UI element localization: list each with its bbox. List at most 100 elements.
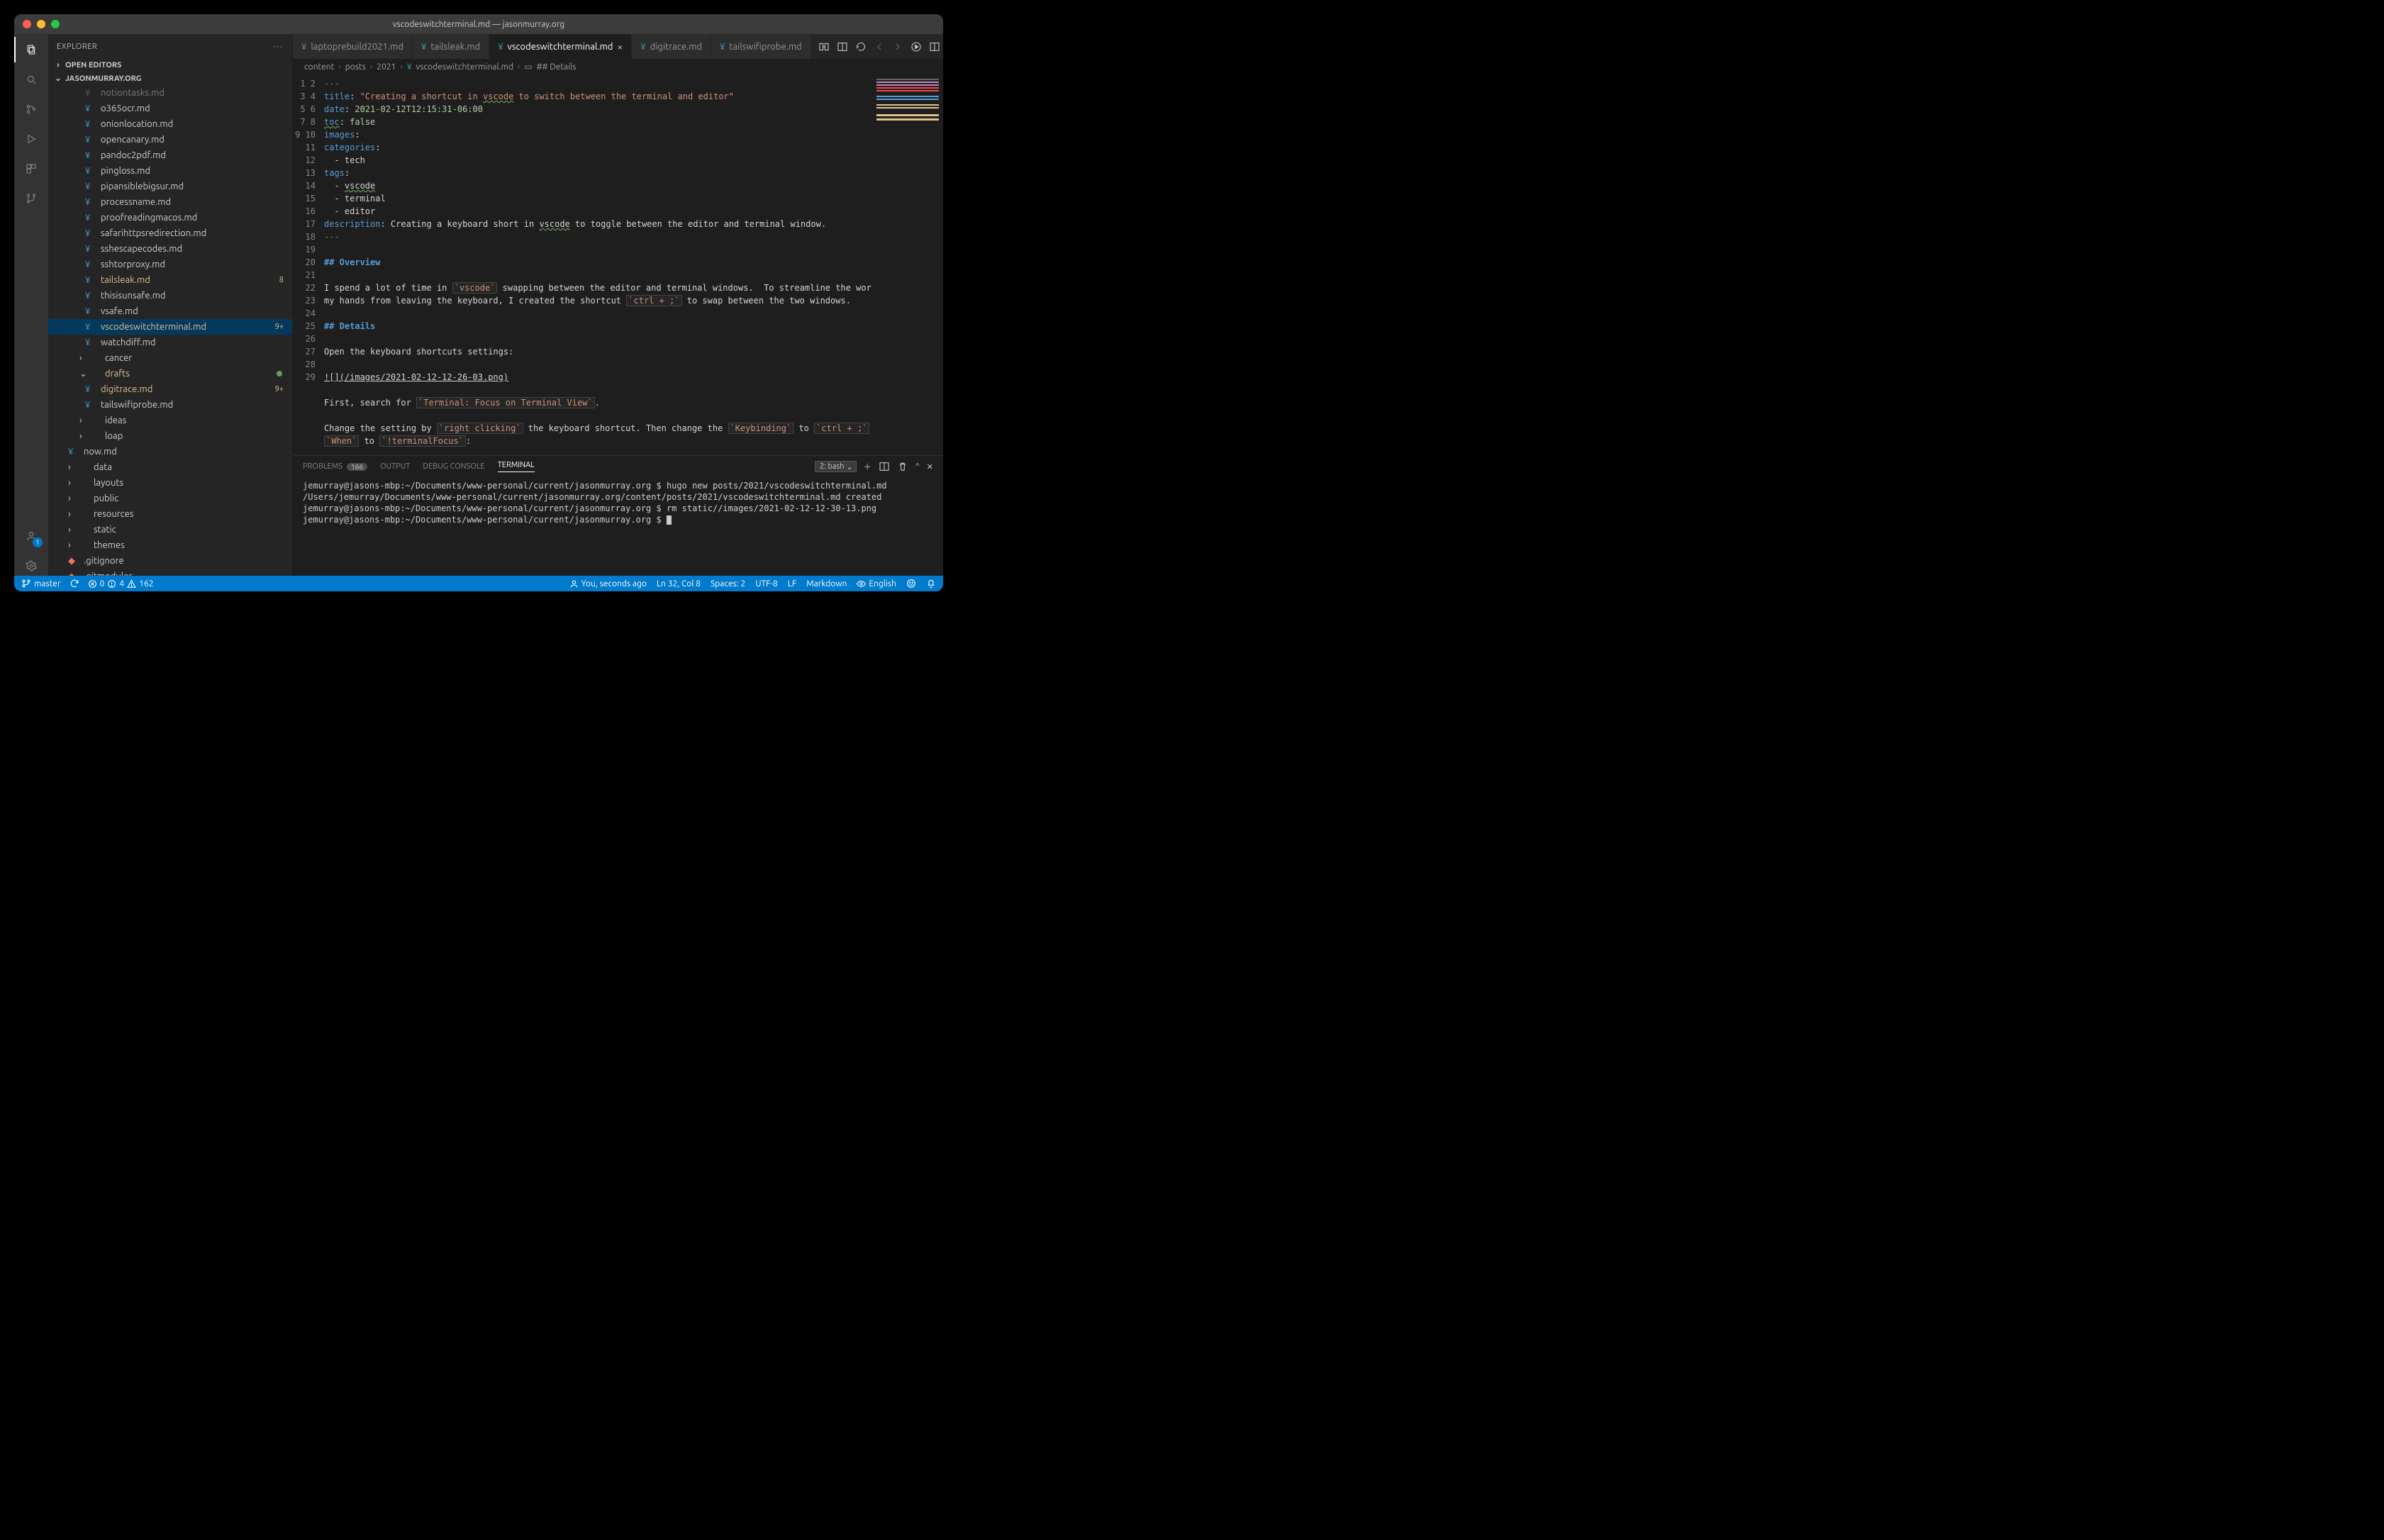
breadcrumb-item[interactable]: posts — [345, 62, 366, 72]
file-item[interactable]: ¥ tailswifiprobe.md — [48, 397, 292, 413]
run-icon[interactable] — [910, 41, 922, 52]
file-item[interactable]: ¥notiontasks.md — [48, 85, 292, 101]
revert-icon[interactable] — [855, 41, 867, 52]
prev-icon[interactable] — [874, 41, 885, 52]
maximize-panel-icon[interactable]: ^ — [915, 462, 920, 471]
search-icon[interactable] — [21, 69, 41, 89]
accounts-icon[interactable]: 1 — [21, 526, 41, 546]
file-item[interactable]: ¥sshescapecodes.md — [48, 241, 292, 257]
file-item[interactable]: ¥pingloss.md — [48, 163, 292, 179]
code-content[interactable]: --- title: "Creating a shortcut in vscod… — [324, 74, 872, 455]
editor-tab[interactable]: ¥laptoprebuild2021.md — [293, 34, 413, 59]
tree-label: tailswifiprobe.md — [101, 400, 173, 410]
panel-tab-problems[interactable]: PROBLEMS 166 — [303, 462, 367, 471]
editor-tab[interactable]: ¥tailswifiprobe.md — [711, 34, 811, 59]
close-panel-icon[interactable]: ✕ — [927, 462, 933, 472]
file-icon: ¥ — [85, 182, 96, 191]
file-icon: ¥ — [85, 400, 96, 410]
tree-label: ideas — [105, 415, 126, 425]
minimap[interactable] — [872, 74, 943, 455]
editor-tab[interactable]: ¥vscodeswitchterminal.md× — [489, 34, 632, 59]
folder-item[interactable]: ›resources — [48, 506, 292, 522]
folder-item[interactable]: ›public — [48, 491, 292, 506]
tree-label: opencanary.md — [101, 135, 165, 145]
tree-label: vsafe.md — [101, 306, 138, 316]
file-item[interactable]: ¥tailsleak.md8 — [48, 272, 292, 288]
status-encoding[interactable]: UTF-8 — [755, 579, 777, 588]
folder-item[interactable]: ›layouts — [48, 475, 292, 491]
status-spaces[interactable]: Spaces: 2 — [711, 579, 745, 588]
chevron-down-icon: ⌄ — [54, 74, 62, 83]
file-item[interactable]: ¥onionlocation.md — [48, 116, 292, 132]
file-item[interactable]: ¥digitrace.md9+ — [48, 381, 292, 397]
text-editor[interactable]: 1 2 3 4 5 6 7 8 9 10 11 12 13 14 15 16 1… — [293, 74, 943, 455]
extensions-icon[interactable] — [21, 159, 41, 179]
file-item[interactable]: ¥opencanary.md — [48, 132, 292, 147]
scm-icon[interactable] — [21, 99, 41, 119]
file-item[interactable]: ¥processname.md — [48, 194, 292, 210]
folder-item[interactable]: ›cancer — [48, 350, 292, 366]
file-item[interactable]: ¥proofreadingmacos.md — [48, 210, 292, 225]
file-item[interactable]: ¥safarihttpsredirection.md — [48, 225, 292, 241]
panel-tab-terminal[interactable]: TERMINAL — [498, 461, 535, 472]
folder-item[interactable]: ›data — [48, 459, 292, 475]
status-language[interactable]: Markdown — [806, 579, 847, 588]
settings-gear-icon[interactable] — [21, 556, 41, 576]
kill-terminal-icon[interactable] — [897, 461, 908, 472]
status-problems[interactable]: 0 4 162 — [88, 579, 154, 588]
status-blame[interactable]: You, seconds ago — [569, 579, 647, 588]
sidebar-more-icon[interactable]: ··· — [274, 43, 284, 51]
explorer-icon[interactable] — [21, 40, 41, 60]
status-eol[interactable]: LF — [788, 579, 796, 588]
file-item[interactable]: ¥watchdiff.md — [48, 335, 292, 350]
section-workspace[interactable]: ⌄ JASONMURRAY.ORG — [48, 72, 292, 85]
breadcrumb-item[interactable]: vscodeswitchterminal.md — [416, 62, 513, 72]
editor-tab[interactable]: ¥digitrace.md — [632, 34, 711, 59]
file-item[interactable]: ¥vsafe.md — [48, 303, 292, 319]
breadcrumb-item[interactable]: 2021 — [377, 62, 396, 72]
split-terminal-icon[interactable] — [879, 461, 890, 472]
file-item[interactable]: ¥thisisunsafe.md — [48, 288, 292, 303]
file-item[interactable]: ¥pipansiblebigsur.md — [48, 179, 292, 194]
panel-tab-output[interactable]: OUTPUT — [380, 462, 410, 471]
split-editor-icon[interactable] — [929, 41, 940, 52]
tab-label: laptoprebuild2021.md — [311, 42, 403, 52]
file-item[interactable]: ¥pandoc2pdf.md — [48, 147, 292, 163]
open-preview-icon[interactable] — [837, 41, 848, 52]
folder-item[interactable]: ›themes — [48, 537, 292, 553]
problems-count: 166 — [347, 463, 367, 471]
terminal-selector[interactable]: 2: bash ⌄ — [815, 461, 857, 472]
folder-item[interactable]: ⌄drafts — [48, 366, 292, 381]
markdown-icon: ¥ — [498, 42, 503, 52]
status-feedback-icon[interactable] — [906, 579, 916, 588]
panel-tab-debug[interactable]: DEBUG CONSOLE — [423, 462, 484, 471]
status-cursor[interactable]: Ln 32, Col 8 — [657, 579, 701, 588]
status-spell[interactable]: English — [857, 579, 896, 588]
folder-item[interactable]: ›ideas — [48, 413, 292, 428]
status-branch[interactable]: master — [21, 579, 61, 588]
file-item[interactable]: ¥now.md — [48, 444, 292, 459]
terminal-output[interactable]: jemurray@jasons-mbp:~/Documents/www-pers… — [293, 477, 943, 576]
folder-item[interactable]: ›static — [48, 522, 292, 537]
status-bell-icon[interactable] — [926, 579, 936, 588]
chevron-icon: › — [68, 540, 78, 550]
tree-label: data — [94, 462, 112, 472]
file-item[interactable]: ◆.gitmodules — [48, 569, 292, 576]
folder-item[interactable]: ›loap — [48, 428, 292, 444]
git-graph-icon[interactable] — [21, 189, 41, 208]
file-item[interactable]: ◆.gitignore — [48, 553, 292, 569]
debug-icon[interactable] — [21, 129, 41, 149]
breadcrumbs[interactable]: content› posts› 2021› ¥ vscodeswitchterm… — [293, 59, 943, 74]
new-terminal-icon[interactable]: ＋ — [864, 461, 871, 472]
section-open-editors[interactable]: › OPEN EDITORS — [48, 59, 292, 72]
breadcrumb-item[interactable]: ## Details — [537, 62, 576, 72]
file-item[interactable]: ¥o365ocr.md — [48, 101, 292, 116]
close-tab-icon[interactable]: × — [618, 41, 623, 52]
editor-tab[interactable]: ¥tailsleak.md — [413, 34, 489, 59]
file-item[interactable]: ¥vscodeswitchterminal.md9+ — [48, 319, 292, 335]
next-icon[interactable] — [892, 41, 903, 52]
breadcrumb-item[interactable]: content — [304, 62, 334, 72]
file-item[interactable]: ¥sshtorproxy.md — [48, 257, 292, 272]
status-sync[interactable] — [69, 579, 79, 588]
compare-changes-icon[interactable] — [818, 41, 830, 52]
